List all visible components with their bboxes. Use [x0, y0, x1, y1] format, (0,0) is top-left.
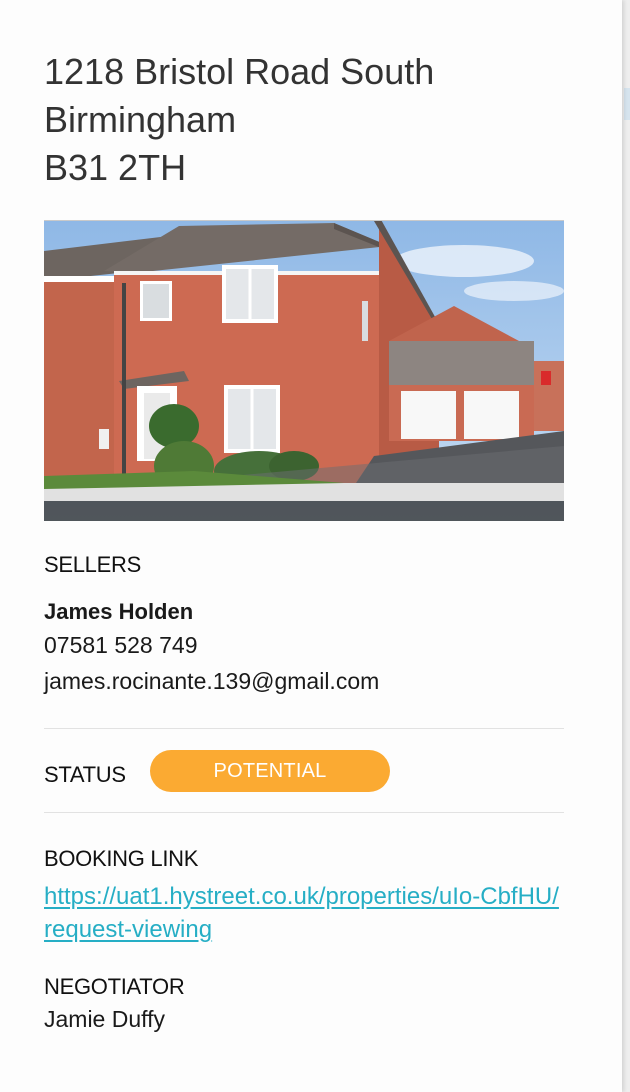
booking-link-heading: BOOKING LINK [44, 846, 199, 871]
property-detail-panel: 1218 Bristol Road South Birmingham B31 2… [0, 0, 622, 1092]
status-heading: STATUS [44, 762, 126, 787]
property-photo[interactable] [44, 220, 564, 521]
status-badge: POTENTIAL [150, 750, 390, 792]
address-line-street: 1218 Bristol Road South [44, 51, 435, 92]
house-image [44, 221, 564, 521]
address-line-postcode: B31 2TH [44, 147, 187, 188]
background-page-strip [622, 0, 630, 1092]
booking-link[interactable]: https://uat1.hystreet.co.uk/properties/u… [44, 880, 564, 946]
divider [44, 728, 564, 729]
seller-name: James Holden [44, 599, 194, 624]
photo-caption-bar [44, 501, 564, 521]
divider [44, 812, 564, 813]
negotiator-name: Jamie Duffy [44, 1006, 166, 1032]
seller-phone[interactable]: 07581 528 749 [44, 632, 198, 659]
address-line-city: Birmingham [44, 99, 237, 140]
seller-email[interactable]: james.rocinante.139@gmail.com [44, 668, 379, 695]
sellers-heading: SELLERS [44, 552, 141, 577]
negotiator-heading: NEGOTIATOR [44, 974, 185, 999]
background-accent [624, 88, 630, 120]
property-address: 1218 Bristol Road South Birmingham B31 2… [44, 48, 584, 192]
